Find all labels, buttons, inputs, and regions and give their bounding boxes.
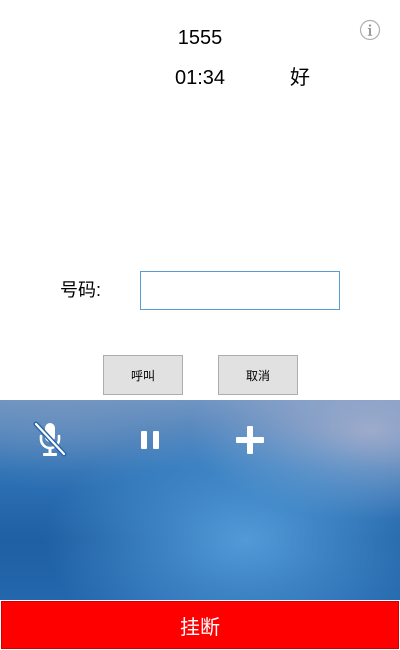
mute-button[interactable] [30,420,70,460]
number-input[interactable] [140,271,340,310]
call-timer: 01:34 [174,67,226,89]
info-icon [359,19,381,41]
pause-icon [141,431,159,449]
number-label: 号码: [60,280,102,300]
call-number: 1555 [177,27,223,49]
call-controls-panel [0,400,400,600]
plus-icon [236,426,264,454]
call-info-panel: 1555 01:34 好 号码: 呼叫 取消 [0,0,400,400]
add-call-button[interactable] [230,420,270,460]
microphone-muted-icon [33,421,67,457]
info-button[interactable] [359,19,381,41]
hangup-button[interactable]: 挂断 [1,601,399,649]
hold-button[interactable] [130,420,170,460]
call-status: 好 [290,67,310,89]
call-button[interactable]: 呼叫 [103,355,183,395]
cancel-button[interactable]: 取消 [218,355,298,395]
